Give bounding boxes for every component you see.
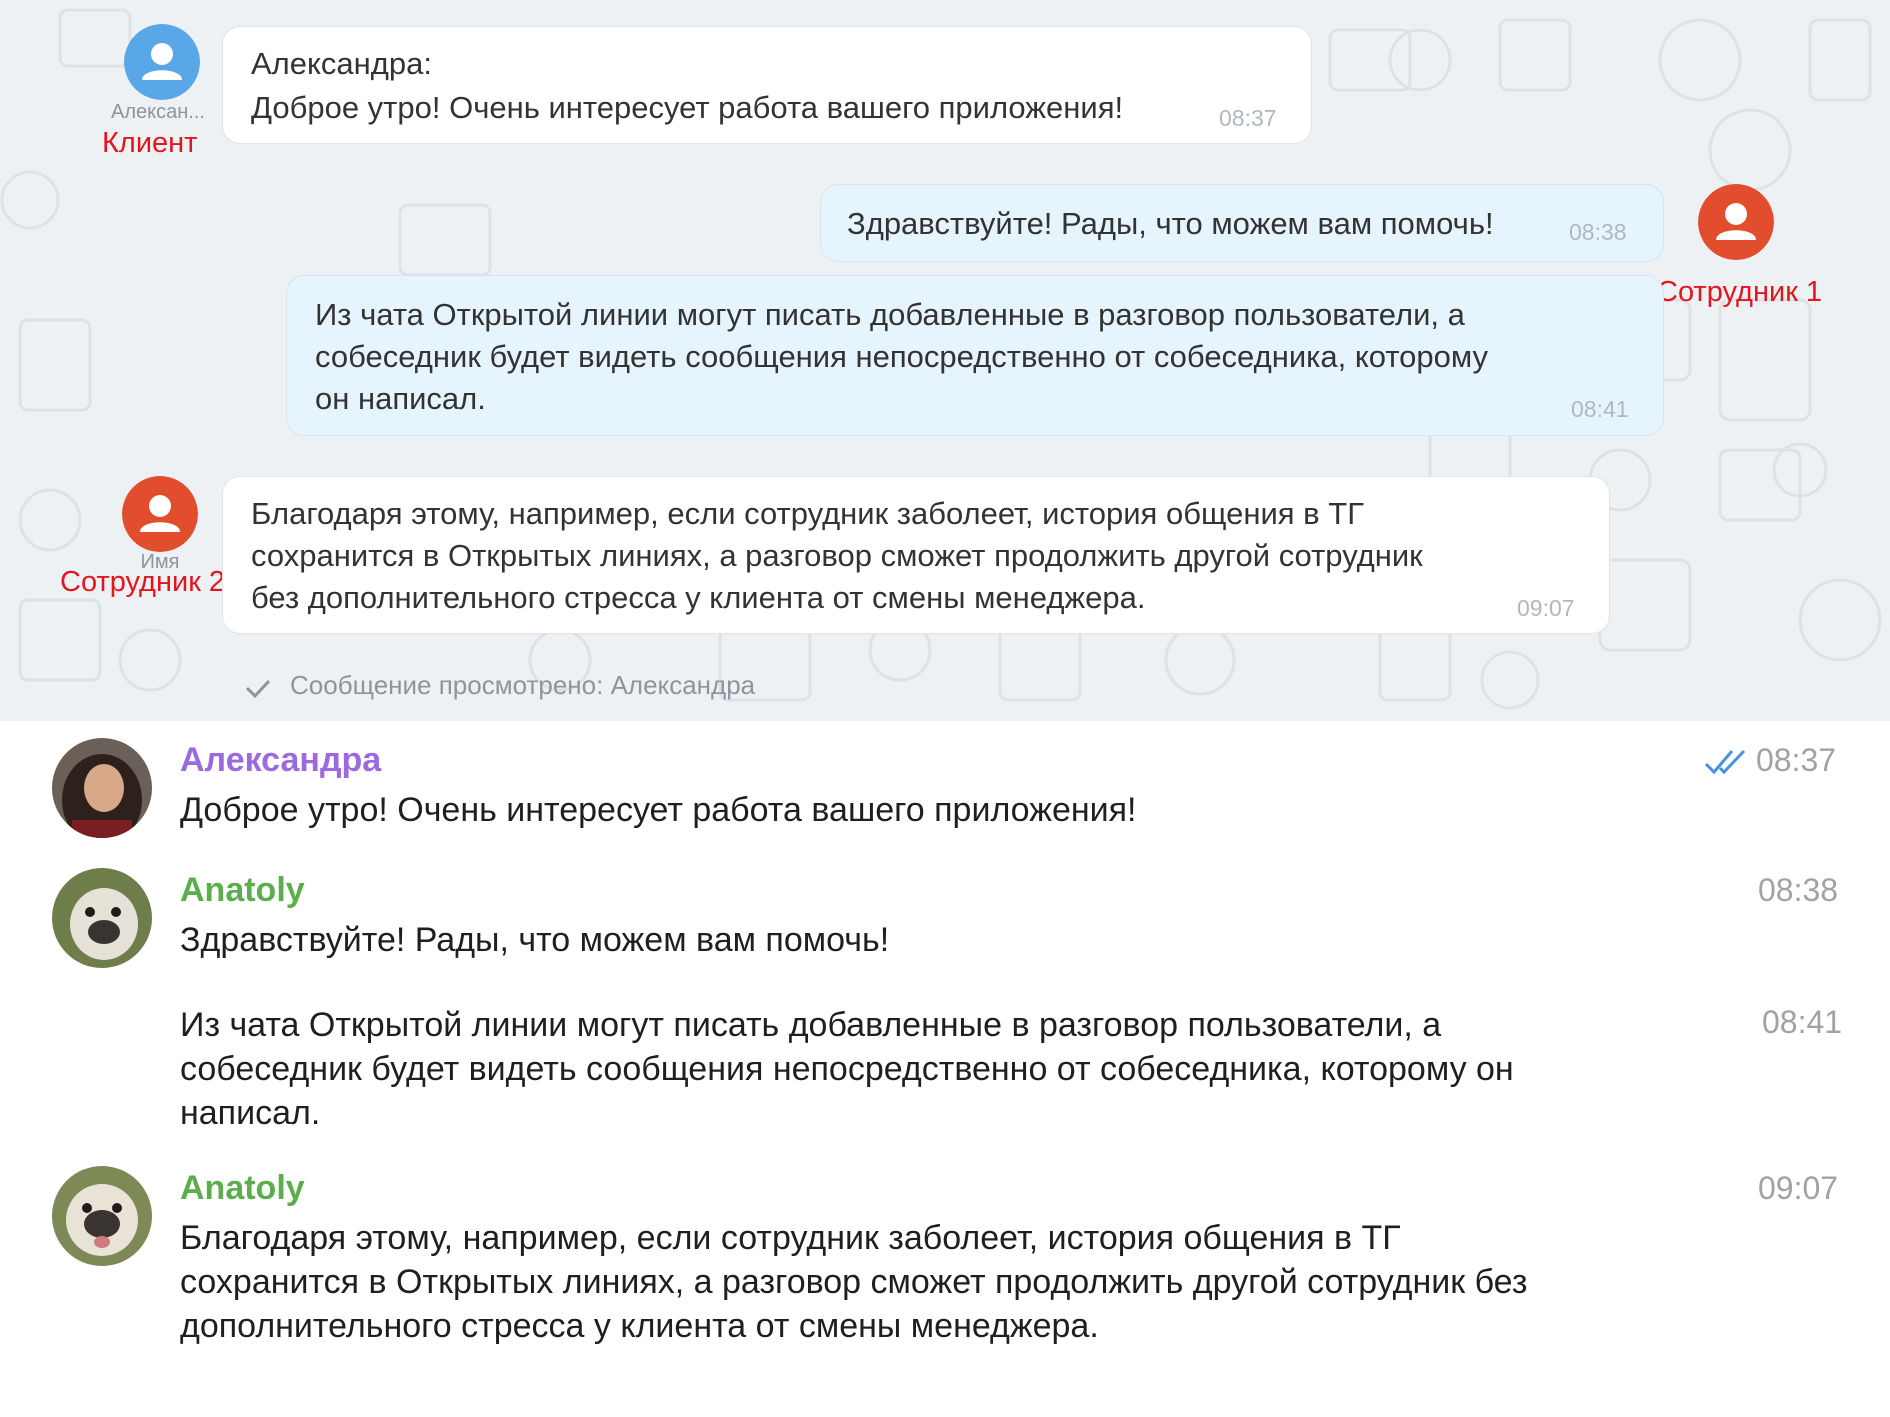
- message-text-line: Благодаря этому, например, если сотрудни…: [180, 1219, 1401, 1257]
- message-time: 08:37: [1756, 742, 1837, 778]
- client-avatar[interactable]: [124, 24, 200, 100]
- message-author[interactable]: Anatoly: [180, 871, 305, 910]
- employee2-role-label: Сотрудник 2: [60, 566, 226, 598]
- message-time: 09:07: [1758, 1170, 1839, 1206]
- person-photo-icon: [52, 738, 152, 838]
- message-text: Здравствуйте! Рады, что можем вам помочь…: [180, 921, 890, 959]
- user-silhouette-icon: [1698, 184, 1774, 260]
- message-bubble-outgoing: Из чата Открытой линии могут писать доба…: [286, 275, 1664, 436]
- client-photo-avatar[interactable]: [52, 738, 152, 838]
- message-text-line: Благодаря этому, например, если сотрудни…: [251, 496, 1364, 531]
- employee2-avatar[interactable]: [122, 476, 198, 552]
- message-text-line: он написал.: [315, 381, 486, 416]
- message-time: 08:38: [1569, 219, 1627, 245]
- message-text: Доброе утро! Очень интересует работа ваш…: [251, 90, 1124, 125]
- message-time: 09:07: [1517, 595, 1575, 621]
- message-text: Здравствуйте! Рады, что можем вам помочь…: [847, 206, 1494, 241]
- message-text-line: дополнительного стресса у клиента от сме…: [180, 1307, 1099, 1345]
- message-author: Александра:: [251, 46, 432, 81]
- user-silhouette-icon: [122, 476, 198, 552]
- message-text: Доброе утро! Очень интересует работа ваш…: [180, 791, 1137, 829]
- check-icon: [245, 679, 271, 699]
- dog-photo-icon: [52, 1166, 152, 1266]
- client-avatar-name: Алексан...: [111, 101, 205, 123]
- message-bubble-outgoing: Здравствуйте! Рады, что можем вам помочь…: [820, 184, 1664, 262]
- message-text-line: собеседник будет видеть сообщения непоср…: [180, 1050, 1514, 1088]
- dog-photo-icon: [52, 868, 152, 968]
- bitrix-chat-panel: Алексан... Клиент Александра: Доброе утр…: [0, 0, 1890, 721]
- seen-status: Сообщение просмотрено: Александра: [290, 670, 756, 700]
- message-bubble-incoming: Благодаря этому, например, если сотрудни…: [222, 476, 1610, 634]
- message-text-line: Из чата Открытой линии могут писать доба…: [315, 297, 1465, 332]
- message-time: 08:38: [1758, 872, 1839, 908]
- employee1-avatar[interactable]: [1698, 184, 1774, 260]
- employee-photo-avatar[interactable]: [52, 1166, 152, 1266]
- user-silhouette-icon: [124, 24, 200, 100]
- double-check-icon: [1704, 749, 1746, 775]
- message-author[interactable]: Александра: [180, 741, 381, 780]
- message-text-line: без дополнительного стресса у клиента от…: [251, 580, 1146, 615]
- message-time: 08:37: [1219, 105, 1277, 131]
- message-text-line: сохранится в Открытых линиях, а разговор…: [180, 1263, 1528, 1301]
- message-author[interactable]: Anatoly: [180, 1169, 305, 1208]
- message-bubble-incoming: Александра: Доброе утро! Очень интересуе…: [222, 26, 1312, 144]
- message-time: 08:41: [1571, 396, 1629, 422]
- message-text-line: написал.: [180, 1094, 321, 1132]
- message-time: 08:41: [1762, 1004, 1843, 1040]
- client-role-label: Клиент: [102, 127, 198, 159]
- message-text-line: сохранится в Открытых линиях, а разговор…: [251, 538, 1423, 573]
- employee-photo-avatar[interactable]: [52, 868, 152, 968]
- message-text-line: Из чата Открытой линии могут писать доба…: [180, 1006, 1442, 1044]
- employee1-role-label: Сотрудник 1: [1657, 276, 1823, 308]
- message-text-line: собеседник будет видеть сообщения непоср…: [315, 339, 1489, 374]
